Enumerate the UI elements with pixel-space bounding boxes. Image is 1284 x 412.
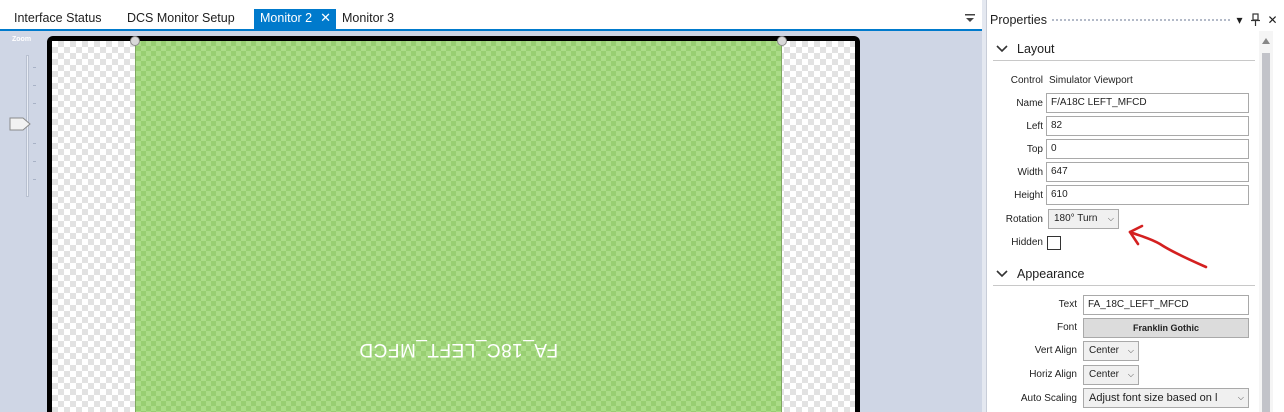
chevron-down-icon: ⌵ [1127, 346, 1134, 355]
rotation-label: Rotation [1005, 214, 1043, 225]
chevron-down-icon [996, 45, 1008, 53]
vert-align-label: Vert Align [1034, 345, 1077, 356]
zoom-tick [33, 161, 36, 162]
document-tab-strip: Interface Status DCS Monitor Setup Monit… [0, 0, 982, 31]
width-field[interactable]: 647 [1046, 162, 1249, 182]
properties-panel: Properties ▾ ✕ Layout Control Simulator … [986, 0, 1284, 412]
rotation-dropdown[interactable]: 180° Turn ⌵ [1048, 209, 1119, 229]
viewport-label: FA_18C_LEFT_MFCD [358, 339, 559, 360]
left-field[interactable]: 82 [1046, 116, 1249, 136]
height-label: Height [1014, 190, 1043, 201]
zoom-tick [33, 143, 36, 144]
monitor-canvas: Zoom FA_18C_LEFT_MFCD [0, 31, 982, 412]
layout-section-header[interactable]: Layout [993, 39, 1255, 61]
scrollbar-thumb[interactable] [1262, 53, 1270, 412]
zoom-control: Zoom [9, 33, 39, 412]
tab-label: Monitor 3 [342, 11, 395, 25]
drag-grip[interactable] [1051, 18, 1231, 23]
name-field[interactable]: F/A18C LEFT_MFCD [1046, 93, 1249, 113]
simulator-viewport[interactable]: FA_18C_LEFT_MFCD [135, 41, 782, 412]
zoom-tick [33, 85, 36, 86]
tab-label: DCS Monitor Setup [127, 11, 235, 25]
tab-label: Interface Status [14, 11, 102, 25]
top-field[interactable]: 0 [1046, 139, 1249, 159]
scroll-up-icon[interactable] [1262, 38, 1270, 44]
tab-label: Monitor 2 [260, 11, 313, 25]
section-label: Appearance [1017, 267, 1085, 281]
width-label: Width [1017, 167, 1043, 178]
hidden-checkbox[interactable] [1047, 236, 1061, 250]
panel-menu-icon[interactable]: ▾ [1233, 13, 1246, 27]
resize-handle-top-left[interactable] [130, 36, 140, 46]
tab-dcs-monitor-setup[interactable]: DCS Monitor Setup [121, 9, 241, 29]
close-panel-icon[interactable]: ✕ [1266, 13, 1279, 27]
control-label: Control [1010, 75, 1043, 86]
tab-monitor-3[interactable]: Monitor 3 [336, 9, 400, 29]
tab-interface-status[interactable]: Interface Status [8, 9, 108, 29]
top-label: Top [1026, 144, 1043, 155]
horiz-align-dropdown[interactable]: Center ⌵ [1083, 365, 1139, 385]
left-label: Left [1026, 121, 1043, 132]
monitor-frame: FA_18C_LEFT_MFCD [47, 36, 860, 412]
close-icon[interactable]: ✕ [320, 9, 331, 27]
tab-overflow-icon[interactable] [963, 11, 977, 25]
zoom-label: Zoom [12, 36, 32, 43]
chevron-down-icon [996, 270, 1008, 278]
zoom-tick [33, 103, 36, 104]
control-value: Simulator Viewport [1049, 75, 1133, 86]
chevron-down-icon: ⌵ [1107, 214, 1114, 223]
zoom-tick [33, 67, 36, 68]
font-label: Font [1056, 322, 1077, 333]
zoom-slider-thumb[interactable] [9, 117, 31, 131]
text-label: Text [1058, 299, 1077, 310]
name-label: Name [1016, 98, 1043, 109]
properties-titlebar: Properties ▾ ✕ [987, 10, 1284, 31]
auto-scaling-value: Adjust font size based on l [1089, 392, 1218, 404]
monitor-screen: FA_18C_LEFT_MFCD [52, 41, 855, 412]
vert-align-dropdown[interactable]: Center ⌵ [1083, 341, 1139, 361]
rotation-value: 180° Turn [1054, 213, 1098, 224]
section-label: Layout [1017, 42, 1055, 56]
text-field[interactable]: FA_18C_LEFT_MFCD [1083, 295, 1249, 315]
chevron-down-icon: ⌵ [1127, 370, 1134, 379]
height-field[interactable]: 610 [1046, 185, 1249, 205]
horiz-align-value: Center [1089, 369, 1120, 380]
tab-monitor-2[interactable]: Monitor 2 ✕ [254, 9, 336, 29]
zoom-tick [33, 179, 36, 180]
properties-scrollbar[interactable] [1259, 31, 1273, 412]
chevron-down-icon: ⌵ [1237, 393, 1244, 402]
annotation-arrow-icon [1128, 224, 1208, 269]
pin-icon[interactable] [1249, 13, 1262, 27]
hidden-label: Hidden [1011, 237, 1043, 248]
horiz-align-label: Horiz Align [1029, 369, 1077, 380]
resize-handle-top-right[interactable] [777, 36, 787, 46]
properties-title: Properties [990, 13, 1047, 27]
auto-scaling-label: Auto Scaling [1020, 393, 1077, 404]
vert-align-value: Center [1089, 345, 1120, 356]
font-picker-button[interactable]: Franklin Gothic [1083, 318, 1249, 338]
auto-scaling-dropdown[interactable]: Adjust font size based on l ⌵ [1083, 388, 1249, 408]
